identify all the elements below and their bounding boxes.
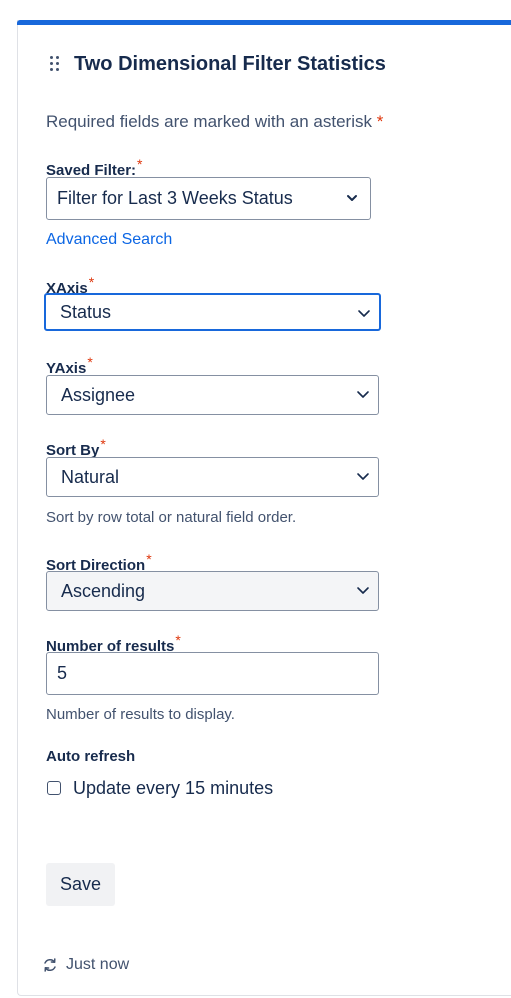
y-axis-select[interactable]: Assignee: [46, 375, 379, 415]
advanced-search-link[interactable]: Advanced Search: [46, 231, 172, 249]
save-button[interactable]: Save: [46, 863, 115, 906]
required-note-text: Required fields are marked with an aster…: [46, 112, 372, 131]
refresh-icon[interactable]: [42, 957, 58, 973]
x-axis-value: Status: [60, 301, 112, 322]
required-asterisk: *: [376, 112, 384, 131]
sort-by-select[interactable]: Natural: [46, 457, 379, 497]
sort-by-label: Sort By*: [46, 436, 106, 459]
y-axis-value: Assignee: [61, 384, 136, 405]
required-asterisk: *: [100, 436, 106, 452]
chevron-down-icon: [358, 310, 370, 317]
y-axis-label: YAxis*: [46, 354, 93, 377]
auto-refresh-checkbox[interactable]: [47, 781, 61, 795]
num-results-value: 5: [57, 663, 68, 683]
sort-direction-value: Ascending: [61, 580, 146, 601]
x-axis-select[interactable]: Status: [44, 293, 381, 331]
drag-handle-icon[interactable]: [50, 56, 60, 72]
saved-filter-label: Saved Filter:*: [46, 156, 142, 179]
auto-refresh-label: Auto refresh: [46, 748, 136, 765]
chevron-down-icon: [357, 587, 369, 594]
refresh-status: Just now: [66, 956, 130, 973]
required-note: Required fields are marked with an aster…: [46, 112, 383, 132]
saved-filter-select[interactable]: Filter for Last 3 Weeks Status: [46, 177, 371, 220]
gadget-title: Two Dimensional Filter Statistics: [74, 53, 386, 75]
sort-by-value: Natural: [61, 466, 120, 487]
chevron-down-icon: [357, 473, 369, 480]
saved-filter-value: Filter for Last 3 Weeks Status: [57, 188, 293, 208]
required-asterisk: *: [137, 156, 143, 172]
required-asterisk: *: [87, 354, 93, 370]
chevron-down-icon: [357, 391, 369, 398]
num-results-input[interactable]: 5: [46, 652, 379, 695]
required-asterisk: *: [146, 551, 152, 567]
num-results-help: Number of results to display.: [46, 706, 235, 723]
chevron-down-icon: [347, 195, 357, 201]
required-asterisk: *: [175, 632, 181, 648]
required-asterisk: *: [88, 274, 95, 290]
sort-by-help: Sort by row total or natural field order…: [46, 509, 297, 526]
gadget-accent-bar: [17, 20, 511, 25]
sort-direction-select[interactable]: Ascending: [46, 571, 379, 611]
auto-refresh-checkbox-label[interactable]: Update every 15 minutes: [73, 778, 273, 799]
